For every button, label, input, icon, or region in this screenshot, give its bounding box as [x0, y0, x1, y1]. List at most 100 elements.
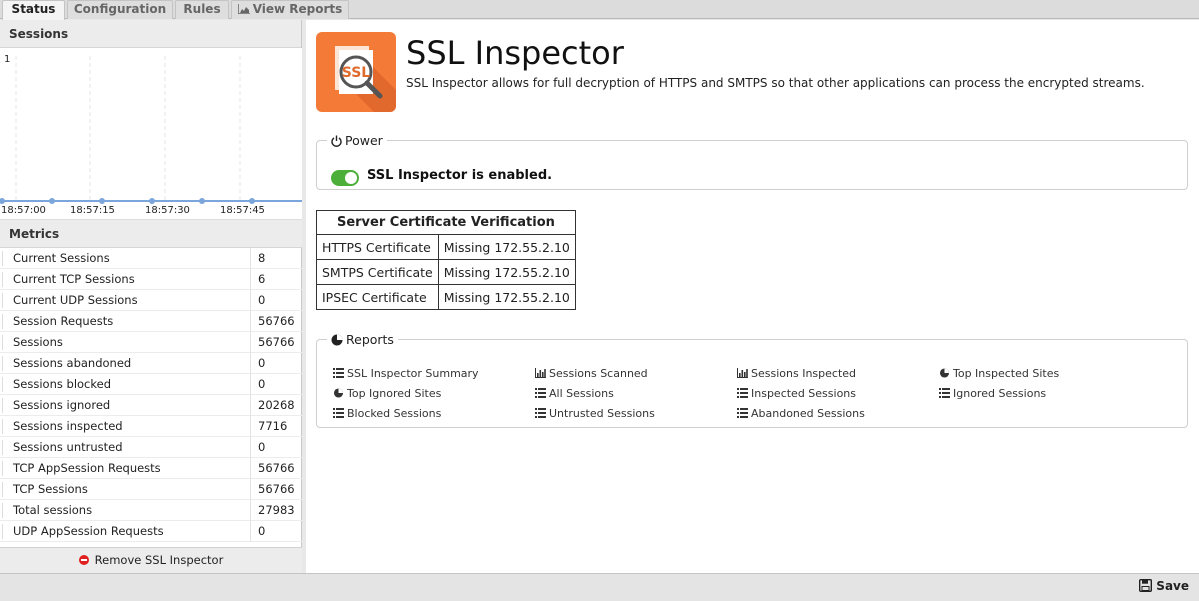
metric-name: Current Sessions — [13, 251, 110, 265]
metric-name: Sessions untrusted — [13, 440, 123, 454]
power-toggle[interactable] — [331, 170, 359, 186]
area-chart-icon — [236, 4, 250, 15]
table-row: UDP AppSession Requests 0 — [0, 521, 302, 542]
save-button[interactable]: Save — [1139, 578, 1189, 593]
tab-view-reports[interactable]: View Reports — [231, 0, 349, 19]
pie-chart-icon — [331, 334, 343, 346]
row-handle — [2, 398, 7, 413]
tab-rules[interactable]: Rules — [175, 0, 229, 19]
table-row: Total sessions 27983 — [0, 500, 302, 521]
power-legend-label: Power — [345, 133, 383, 148]
metric-name: TCP AppSession Requests — [13, 461, 161, 475]
power-legend: Power — [327, 133, 387, 148]
table-row: Current TCP Sessions 6 — [0, 269, 302, 290]
report-link[interactable]: SSL Inspector Summary — [333, 367, 479, 380]
save-button-label: Save — [1156, 579, 1189, 593]
report-link[interactable]: Top Ignored Sites — [333, 387, 441, 400]
app-main-panel: SSL SSL Inspector SSL Inspector allows f… — [306, 20, 1199, 573]
metric-name: Sessions abandoned — [13, 356, 132, 370]
report-link[interactable]: Top Inspected Sites — [939, 367, 1059, 380]
metric-value: 6 — [250, 269, 300, 290]
metric-value: 8 — [250, 248, 300, 269]
report-link-label: Blocked Sessions — [347, 407, 442, 420]
row-handle — [2, 461, 7, 476]
reports-legend-label: Reports — [346, 332, 394, 347]
report-link-label: All Sessions — [549, 387, 614, 400]
table-row: Sessions abandoned 0 — [0, 353, 302, 374]
chart-data-point — [49, 198, 55, 204]
report-link[interactable]: Abandoned Sessions — [737, 407, 865, 420]
bottom-toolbar: Save — [0, 573, 1199, 601]
list-icon — [939, 388, 950, 398]
tab-view-reports-label: View Reports — [252, 2, 343, 16]
report-link-label: Sessions Scanned — [549, 367, 648, 380]
report-link[interactable]: Blocked Sessions — [333, 407, 441, 420]
report-link[interactable]: All Sessions — [535, 387, 614, 400]
row-handle — [2, 251, 7, 266]
metric-name: Current UDP Sessions — [13, 293, 138, 307]
metrics-table: Current Sessions 8 Current TCP Sessions 6 … — [0, 248, 302, 542]
metric-value: 56766 — [250, 311, 300, 332]
list-icon — [535, 388, 546, 398]
metric-name: TCP Sessions — [13, 482, 88, 496]
certificate-name: IPSEC Certificate — [316, 284, 439, 310]
report-link[interactable]: Ignored Sessions — [939, 387, 1046, 400]
report-link-label: Top Ignored Sites — [347, 387, 442, 400]
list-icon — [737, 388, 748, 398]
table-row: Sessions inspected 7716 — [0, 416, 302, 437]
power-status-text: SSL Inspector is enabled. — [367, 168, 553, 183]
tab-configuration[interactable]: Configuration — [67, 0, 173, 19]
report-link[interactable]: Sessions Inspected — [737, 367, 856, 380]
table-row: TCP Sessions 56766 — [0, 479, 302, 500]
chart-y-max-label: 1 — [4, 54, 10, 65]
metric-value: 20268 — [250, 395, 300, 416]
chart-x-tick: 18:57:30 — [145, 205, 190, 216]
ssl-inspector-logo: SSL — [316, 32, 396, 112]
ssl-magnifier-icon: SSL — [335, 46, 396, 112]
metric-value: 56766 — [250, 479, 300, 500]
app-description: SSL Inspector allows for full decryption… — [406, 76, 1145, 90]
remove-app-button[interactable]: Remove SSL Inspector — [0, 547, 302, 573]
metric-value: 0 — [250, 353, 300, 374]
page-title: SSL Inspector — [406, 34, 624, 72]
metric-name: Session Requests — [13, 314, 114, 328]
chart-x-tick: 18:57:00 — [1, 205, 46, 216]
table-row: SMTPS Certificate Missing 172.55.2.10 — [316, 259, 576, 285]
metric-value: 7716 — [250, 416, 300, 437]
tab-rules-label: Rules — [183, 2, 221, 16]
report-link-label: Untrusted Sessions — [549, 407, 655, 420]
table-row: Sessions 56766 — [0, 332, 302, 353]
certificate-name: HTTPS Certificate — [316, 234, 439, 260]
metric-value: 0 — [250, 437, 300, 458]
row-handle — [2, 419, 7, 434]
list-icon — [333, 408, 344, 418]
list-icon — [535, 408, 546, 418]
tab-status[interactable]: Status — [2, 0, 65, 20]
certificate-status: Missing 172.55.2.10 — [437, 284, 576, 310]
bar-chart-icon — [737, 368, 748, 378]
row-handle — [2, 314, 7, 329]
metric-name: Sessions blocked — [13, 377, 112, 391]
certificate-name: SMTPS Certificate — [316, 259, 439, 285]
sessions-panel-title: Sessions — [0, 20, 301, 48]
bar-chart-icon — [535, 368, 546, 378]
remove-icon — [78, 555, 89, 565]
remove-app-label: Remove SSL Inspector — [94, 553, 224, 567]
reports-legend: Reports — [327, 332, 398, 347]
pie-chart-icon — [333, 388, 344, 398]
metric-value: 56766 — [250, 332, 300, 353]
report-link[interactable]: Inspected Sessions — [737, 387, 856, 400]
chart-data-point — [149, 198, 155, 204]
row-handle — [2, 293, 7, 308]
tab-status-label: Status — [11, 2, 56, 16]
certificate-table-title: Server Certificate Verification — [316, 210, 576, 235]
report-link[interactable]: Untrusted Sessions — [535, 407, 655, 420]
report-link[interactable]: Sessions Scanned — [535, 367, 648, 380]
row-handle — [2, 377, 7, 392]
metric-name: Sessions — [13, 335, 63, 349]
sessions-chart-svg: 1 18:57:00 18:57:15 18:57:30 18:57:45 — [0, 54, 302, 216]
row-handle — [2, 524, 7, 539]
table-row: HTTPS Certificate Missing 172.55.2.10 — [316, 234, 576, 260]
metric-name: Sessions ignored — [13, 398, 111, 412]
metric-value: 0 — [250, 374, 300, 395]
